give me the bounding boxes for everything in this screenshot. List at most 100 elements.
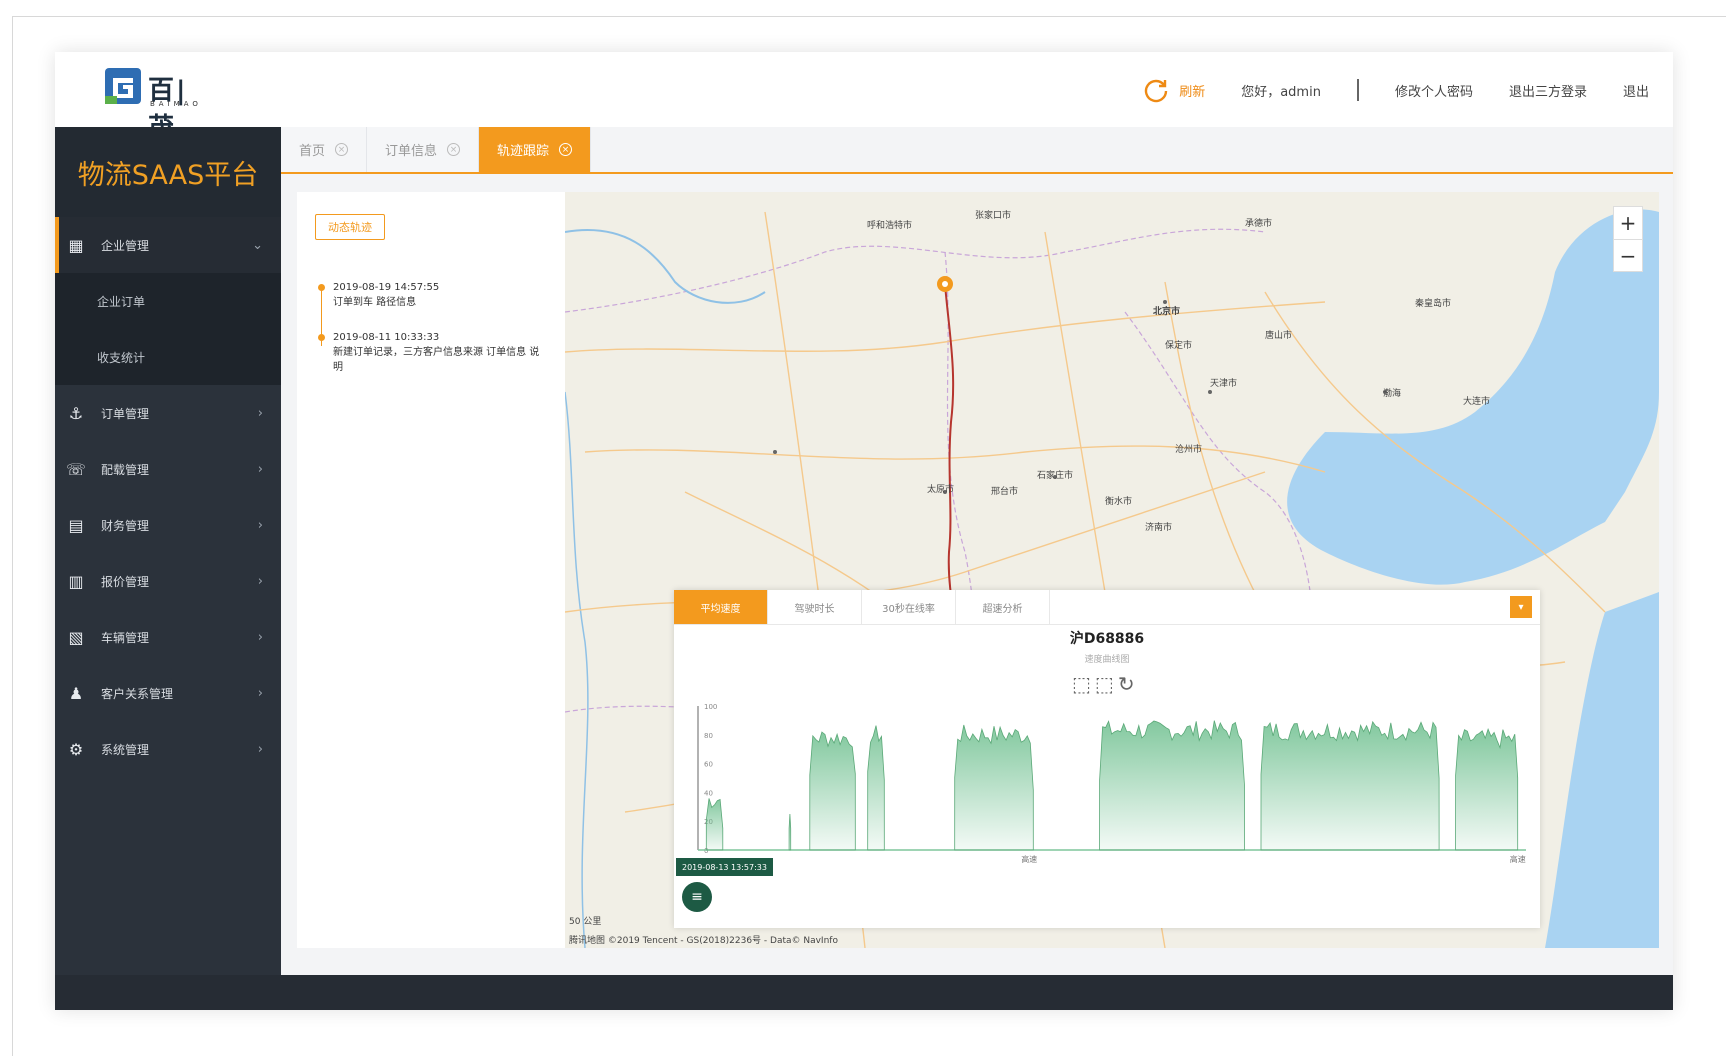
map-city-label: 太原市 — [927, 485, 955, 495]
logo-subtext: BAIMAO — [150, 100, 202, 108]
gear-icon: ⚙ — [68, 739, 84, 759]
zoom-area-icon[interactable]: ⬚ — [1072, 672, 1091, 696]
collapse-button[interactable]: ▾ — [1510, 596, 1532, 618]
logout-link[interactable]: 退出 — [1623, 81, 1649, 100]
header-divider — [1356, 79, 1359, 101]
timeline-time: 2019-08-19 14:57:55 — [333, 282, 440, 293]
timeline-item: 2019-08-11 10:33:33 新建订单记录，三方客户信息来源 订单信息… — [317, 330, 547, 375]
map-city-label: 秦皇岛市 — [1415, 299, 1452, 309]
tab-home[interactable]: 首页 × — [281, 127, 368, 172]
map-city-label: 衡水市 — [1105, 497, 1133, 507]
chevron-right-icon: › — [257, 741, 263, 757]
chart-toolbox: ⬚ ⬚ ↻ — [1072, 672, 1135, 696]
map-city-label: 张家口市 — [975, 211, 1012, 221]
quote-icon: ▥ — [68, 571, 84, 591]
sidebar: 物流SAAS平台 ▦ 企业管理 ⌄ 企业订单 收支统计 ⚓ 订单管理 › ☏ 配… — [55, 127, 281, 975]
popup-tab-avg-speed[interactable]: 平均速度 — [674, 590, 768, 624]
y-tick-label: 60 — [704, 761, 713, 769]
map-city-label: 北京市 — [1153, 307, 1181, 317]
vehicle-icon: ▧ — [68, 627, 84, 647]
tab-label: 首页 — [299, 144, 326, 159]
timeline-text: 订单到车 路径信息 — [333, 297, 417, 308]
play-button[interactable]: ≡ — [682, 882, 712, 912]
sidebar-item-enterprise[interactable]: ▦ 企业管理 ⌄ — [55, 217, 281, 273]
sidebar-item-label: 配载管理 — [101, 462, 150, 477]
popup-tab-online-rate[interactable]: 30秒在线率 — [862, 590, 956, 624]
change-password-link[interactable]: 修改个人密码 — [1395, 81, 1473, 100]
speed-area-segment — [705, 798, 724, 851]
sidebar-item-label: 系统管理 — [101, 742, 150, 757]
sidebar-item-label: 财务管理 — [101, 518, 150, 533]
timestamp-badge: 2019-08-13 13:57:33 — [676, 858, 773, 876]
speed-area-segment — [867, 725, 885, 851]
top-header: 百|茂 BAIMAO 刷新 您好，admin 修改个人密码 退出三方登录 退出 — [55, 52, 1673, 143]
chevron-right-icon: › — [257, 573, 263, 589]
zoom-reset-icon[interactable]: ⬚ — [1095, 672, 1114, 696]
sidebar-item-orders[interactable]: ⚓ 订单管理 › — [55, 385, 281, 441]
logo: 百|茂 BAIMAO — [103, 66, 213, 143]
tab-label: 订单信息 — [385, 144, 438, 159]
third-party-logout-link[interactable]: 退出三方登录 — [1509, 81, 1587, 100]
map-city-label: 沧州市 — [1175, 445, 1203, 455]
refresh-label: 刷新 — [1179, 84, 1206, 100]
close-icon[interactable]: × — [559, 143, 573, 156]
speed-area-chart: 100806040200高速高速 — [697, 703, 1526, 864]
speed-area-segment — [1455, 728, 1519, 851]
restore-icon[interactable]: ↻ — [1118, 672, 1135, 696]
close-icon[interactable]: × — [447, 143, 461, 156]
chevron-right-icon: › — [257, 461, 263, 477]
x-tick-label: 高速 — [1021, 854, 1037, 864]
popup-tab-drive-time[interactable]: 驾驶时长 — [768, 590, 862, 624]
timeline-dot — [318, 334, 325, 341]
refresh-button[interactable]: 刷新 — [1143, 77, 1205, 103]
popup-tab-overspeed[interactable]: 超速分析 — [956, 590, 1050, 624]
map-city-label: 保定市 — [1165, 341, 1193, 351]
track-panel: 动态轨迹 2019-08-19 14:57:55 订单到车 路径信息 2019-… — [297, 192, 565, 948]
y-tick-label: 40 — [704, 789, 713, 797]
sidebar-item-finance[interactable]: ▤ 财务管理 › — [55, 497, 281, 553]
speed-area-segment — [954, 724, 1034, 851]
sidebar-subitem-income-stats[interactable]: 收支统计 — [55, 329, 281, 385]
footer-bar — [55, 975, 1673, 1010]
timeline-dot — [318, 284, 325, 291]
vehicle-plate: 沪D68886 — [1069, 631, 1145, 647]
sidebar-item-vehicles[interactable]: ▧ 车辆管理 › — [55, 609, 281, 665]
zoom-control: + − — [1613, 206, 1643, 272]
sidebar-item-system[interactable]: ⚙ 系统管理 › — [55, 721, 281, 777]
x-tick-label: 高速 — [1510, 854, 1526, 864]
dynamic-track-button[interactable]: 动态轨迹 — [315, 214, 385, 240]
sidebar-item-dispatch[interactable]: ☏ 配载管理 › — [55, 441, 281, 497]
platform-brand: 物流SAAS平台 — [55, 127, 281, 217]
sidebar-item-customers[interactable]: ♟ 客户关系管理 › — [55, 665, 281, 721]
timeline-time: 2019-08-11 10:33:33 — [333, 332, 440, 343]
track-timeline: 2019-08-19 14:57:55 订单到车 路径信息 2019-08-11… — [317, 280, 547, 395]
map-city-label: 济南市 — [1145, 523, 1173, 533]
finance-icon: ▤ — [68, 515, 84, 535]
map-city-label: 邢台市 — [991, 487, 1019, 497]
speed-area-segment — [809, 731, 856, 851]
zoom-out-button[interactable]: − — [1614, 239, 1642, 271]
map-city-label: 唐山市 — [1265, 331, 1293, 341]
map-scale: 50 公里 — [569, 917, 602, 927]
order-icon: ⚓ — [68, 403, 84, 423]
tab-order-info[interactable]: 订单信息 × — [367, 127, 480, 172]
map-credit: 腾讯地图 ©2019 Tencent - GS(2018)2236号 - Dat… — [569, 936, 838, 946]
enterprise-submenu: 企业订单 收支统计 — [55, 273, 281, 385]
sidebar-item-label: 客户关系管理 — [101, 686, 174, 701]
y-tick-label: 100 — [704, 703, 717, 711]
tab-track[interactable]: 轨迹跟踪 × — [479, 127, 592, 172]
timeline-text: 新建订单记录，三方客户信息来源 订单信息 说明 — [333, 347, 540, 373]
map-city-label: 石家庄市 — [1037, 471, 1074, 481]
map-city-label: 呼和浩特市 — [867, 221, 913, 231]
close-icon[interactable]: × — [335, 143, 349, 156]
sidebar-subitem-enterprise-orders[interactable]: 企业订单 — [55, 273, 281, 329]
zoom-in-button[interactable]: + — [1614, 207, 1642, 239]
building-icon: ▦ — [68, 235, 84, 255]
sidebar-item-label: 企业管理 — [101, 238, 150, 253]
sidebar-item-quotes[interactable]: ▥ 报价管理 › — [55, 553, 281, 609]
user-greeting: 您好，admin — [1241, 84, 1321, 100]
tab-label: 轨迹跟踪 — [497, 144, 550, 159]
map-city-label: 大连市 — [1463, 397, 1491, 407]
timeline-item: 2019-08-19 14:57:55 订单到车 路径信息 — [317, 280, 547, 310]
customer-icon: ♟ — [68, 683, 84, 703]
